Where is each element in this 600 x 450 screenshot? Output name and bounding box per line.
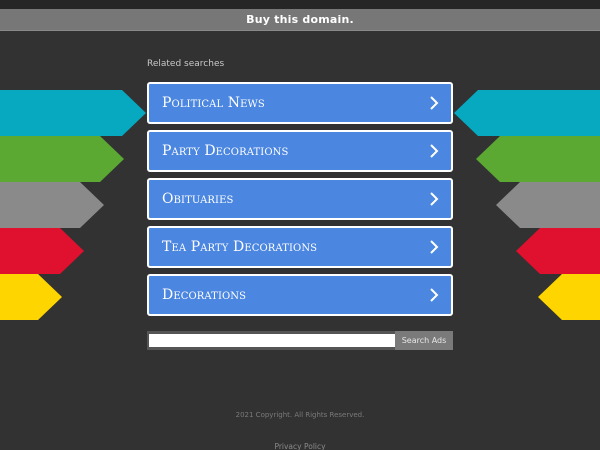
related-link-decorations[interactable]: Decorations xyxy=(147,274,453,316)
arrow-cyan-left xyxy=(0,90,146,136)
related-link-label: Decorations xyxy=(162,287,247,303)
search-ads-button[interactable]: Search Ads xyxy=(395,331,453,350)
buy-domain-link[interactable]: Buy this domain. xyxy=(246,13,354,26)
arrow-gray-right xyxy=(496,182,600,228)
search-input[interactable] xyxy=(149,334,395,347)
chevron-right-icon xyxy=(430,144,439,158)
buy-domain-bar: Buy this domain. xyxy=(0,9,600,31)
copyright-text: 2021 Copyright. All Rights Reserved. xyxy=(235,411,365,419)
arrow-green-left xyxy=(0,136,124,182)
privacy-policy-link[interactable]: Privacy Policy xyxy=(274,442,325,450)
arrow-yellow-left xyxy=(0,274,62,320)
chevron-right-icon xyxy=(430,96,439,110)
related-link-label: Party Decorations xyxy=(162,143,289,159)
arrow-cyan-right xyxy=(454,90,600,136)
search-ads-form: Search Ads xyxy=(147,331,453,350)
related-links-list: Political News Party Decorations Obituar… xyxy=(147,82,453,322)
chevron-right-icon xyxy=(430,288,439,302)
related-link-party-decorations[interactable]: Party Decorations xyxy=(147,130,453,172)
related-link-political-news[interactable]: Political News xyxy=(147,82,453,124)
related-link-label: Obituaries xyxy=(162,191,234,207)
related-link-label: Tea Party Decorations xyxy=(162,239,318,255)
arrow-yellow-right xyxy=(538,274,600,320)
chevron-right-icon xyxy=(430,240,439,254)
arrow-gray-left xyxy=(0,182,104,228)
related-link-label: Political News xyxy=(162,95,265,111)
arrow-red-left xyxy=(0,228,84,274)
privacy-container: Privacy Policy xyxy=(0,434,600,450)
top-strip xyxy=(0,0,600,9)
arrow-green-right xyxy=(476,136,600,182)
related-searches-title: Related searches xyxy=(147,59,225,69)
related-link-obituaries[interactable]: Obituaries xyxy=(147,178,453,220)
related-link-tea-party-decorations[interactable]: Tea Party Decorations xyxy=(147,226,453,268)
arrow-red-right xyxy=(516,228,600,274)
chevron-right-icon xyxy=(430,192,439,206)
